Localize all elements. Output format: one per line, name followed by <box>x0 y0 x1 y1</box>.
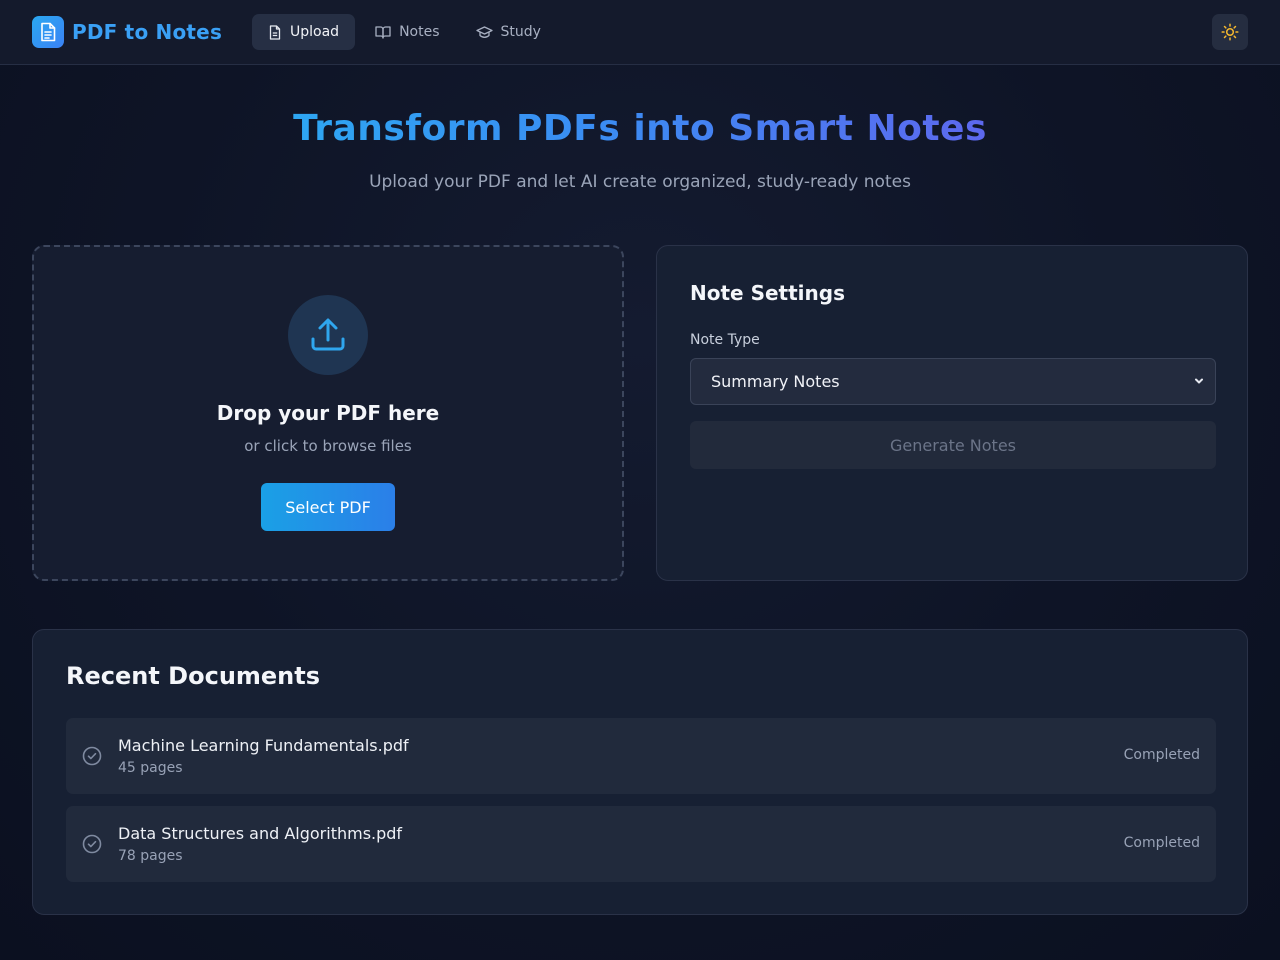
book-open-icon <box>375 26 391 39</box>
dropzone-subtitle: or click to browse files <box>244 437 412 455</box>
tab-upload-label: Upload <box>290 24 340 40</box>
graduation-cap-icon <box>475 25 493 38</box>
sun-icon <box>1221 23 1239 41</box>
top-navbar: PDF to Notes Upload Notes Study <box>0 0 1280 65</box>
note-type-label: Note Type <box>690 332 760 348</box>
theme-toggle-button[interactable] <box>1212 14 1248 50</box>
tab-notes[interactable]: Notes <box>359 14 455 50</box>
pdf-dropzone[interactable]: Drop your PDF here or click to browse fi… <box>32 245 624 581</box>
document-pages: 78 pages <box>118 848 183 864</box>
document-status: Completed <box>1123 747 1200 763</box>
upload-icon-circle <box>288 295 368 375</box>
brand[interactable]: PDF to Notes <box>32 16 222 48</box>
chevron-down-icon <box>1195 378 1203 384</box>
recent-documents-title: Recent Documents <box>66 662 321 690</box>
generate-notes-button[interactable]: Generate Notes <box>690 421 1216 469</box>
document-status: Completed <box>1123 835 1200 851</box>
select-pdf-button[interactable]: Select PDF <box>261 483 395 531</box>
recent-documents-card: Recent Documents Machine Learning Fundam… <box>32 629 1248 915</box>
main-nav: Upload Notes Study <box>252 14 557 50</box>
note-type-select[interactable]: Summary Notes <box>690 358 1216 405</box>
file-icon <box>269 24 281 40</box>
document-row[interactable]: Data Structures and Algorithms.pdf 78 pa… <box>66 806 1216 882</box>
hero-title-text: Transform PDFs into Smart Notes <box>293 108 987 149</box>
note-type-value: Summary Notes <box>711 372 840 391</box>
document-name: Machine Learning Fundamentals.pdf <box>118 736 409 755</box>
document-logo-icon <box>32 16 64 48</box>
tab-upload[interactable]: Upload <box>252 14 356 50</box>
check-circle-icon <box>82 746 102 766</box>
dropzone-title: Drop your PDF here <box>216 401 440 425</box>
note-settings-card: Note Settings Note Type Summary Notes Ge… <box>656 245 1248 581</box>
upload-icon <box>311 318 345 351</box>
app-name: PDF to Notes <box>72 20 223 44</box>
hero-title: Transform PDFs into Smart Notes <box>0 108 1280 149</box>
tab-notes-label: Notes <box>399 24 440 40</box>
settings-title: Note Settings <box>690 281 845 305</box>
check-circle-icon <box>82 834 102 854</box>
document-row[interactable]: Machine Learning Fundamentals.pdf 45 pag… <box>66 718 1216 794</box>
hero-subtitle: Upload your PDF and let AI create organi… <box>369 172 911 192</box>
tab-study[interactable]: Study <box>460 14 557 50</box>
document-pages: 45 pages <box>118 760 183 776</box>
tab-study-label: Study <box>500 24 541 40</box>
document-name: Data Structures and Algorithms.pdf <box>118 824 403 843</box>
